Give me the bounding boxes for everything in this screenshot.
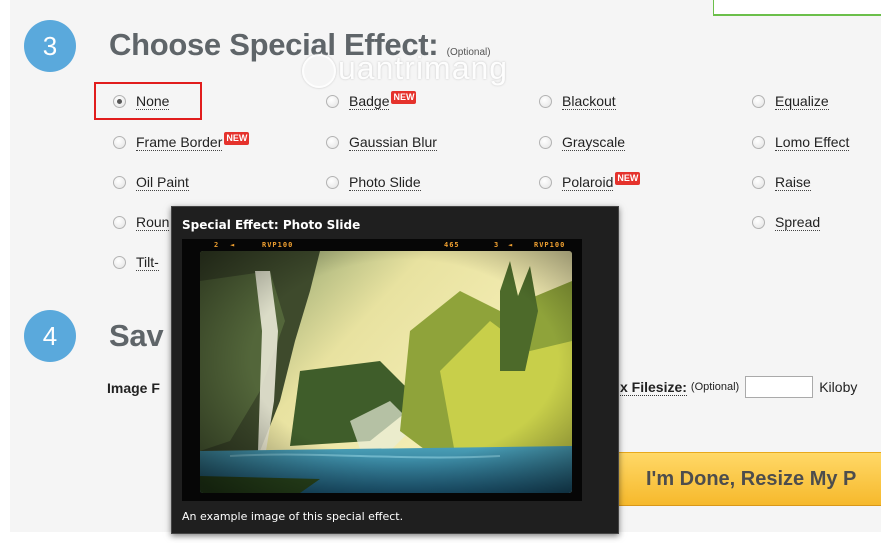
previous-section-edge xyxy=(713,0,881,16)
effect-option-label: Lomo Effect xyxy=(775,134,850,151)
effect-option[interactable]: Oil Paint xyxy=(113,174,189,191)
effect-preview-tooltip: Special Effect: Photo Slide 2 ◄ RVP100 4… xyxy=(171,206,619,534)
effect-option[interactable]: Equalize xyxy=(752,93,829,110)
effect-radio[interactable] xyxy=(113,176,126,189)
effect-radio[interactable] xyxy=(326,136,339,149)
effect-option[interactable]: Raise xyxy=(752,174,811,191)
film-arrow-2-icon: ◄ xyxy=(508,241,514,249)
effect-option[interactable]: Lomo Effect xyxy=(752,134,850,151)
effect-radio[interactable] xyxy=(326,176,339,189)
step-4-number: 4 xyxy=(42,320,58,351)
film-code-4: 3 xyxy=(494,241,500,249)
waterfall-landscape-image xyxy=(200,251,572,493)
effect-radio[interactable] xyxy=(539,136,552,149)
max-filesize-unit: Kiloby xyxy=(819,379,858,395)
effect-radio[interactable] xyxy=(539,176,552,189)
effect-radio[interactable] xyxy=(113,95,126,108)
new-badge: NEW xyxy=(615,172,641,185)
effect-option[interactable]: Photo Slide xyxy=(326,174,421,191)
effect-option[interactable]: Badge NEW xyxy=(326,91,417,110)
effect-radio[interactable] xyxy=(752,176,765,189)
max-filesize-row: x Filesize: (Optional) Kiloby xyxy=(620,376,857,398)
new-badge: NEW xyxy=(224,132,250,145)
image-format-label: Image F xyxy=(107,380,160,396)
film-code-3: 465 xyxy=(444,241,460,249)
effect-radio[interactable] xyxy=(752,216,765,229)
step-3-badge: 3 xyxy=(24,20,76,72)
effect-radio[interactable] xyxy=(113,256,126,269)
effect-radio[interactable] xyxy=(752,95,765,108)
section-title-save-text: Sav xyxy=(109,318,164,353)
effect-radio[interactable] xyxy=(326,95,339,108)
section-title-save: Sav xyxy=(109,318,164,354)
effect-option-label: Gaussian Blur xyxy=(349,134,437,151)
film-frame: 2 ◄ RVP100 465 3 ◄ RVP100 xyxy=(182,239,582,501)
new-badge: NEW xyxy=(391,91,417,104)
step-3-number: 3 xyxy=(42,30,58,61)
effect-option-label: Tilt- xyxy=(136,254,159,271)
effect-option-label: None xyxy=(136,93,170,110)
effect-option-label: Roun xyxy=(136,214,170,231)
effect-radio[interactable] xyxy=(113,216,126,229)
effect-option[interactable]: Gaussian Blur xyxy=(326,134,437,151)
effect-option[interactable]: None xyxy=(113,93,170,110)
watermark-logo-icon xyxy=(302,53,336,88)
step-4-badge: 4 xyxy=(24,310,76,362)
watermark: uantrimang xyxy=(302,50,508,88)
tooltip-title: Special Effect: Photo Slide xyxy=(182,218,361,232)
film-code-1: 2 xyxy=(214,241,220,249)
effect-option[interactable]: Spread xyxy=(752,214,821,231)
effect-option-label: Oil Paint xyxy=(136,174,189,191)
watermark-text: uantrimang xyxy=(338,50,509,86)
film-arrow-1-icon: ◄ xyxy=(230,241,236,249)
max-filesize-optional: (Optional) xyxy=(690,381,740,393)
effect-option[interactable]: Blackout xyxy=(539,93,616,110)
effect-option[interactable]: Tilt- xyxy=(113,254,159,271)
effect-option-label: Grayscale xyxy=(562,134,626,151)
effect-option-label: Photo Slide xyxy=(349,174,421,191)
tooltip-caption: An example image of this special effect. xyxy=(182,510,404,523)
effect-option-label: Polaroid xyxy=(562,174,614,191)
effect-option[interactable]: Frame Border NEW xyxy=(113,132,250,151)
effect-example-photo xyxy=(200,251,572,493)
film-code-2: RVP100 xyxy=(262,241,294,249)
max-filesize-input[interactable] xyxy=(745,376,814,398)
done-resize-button[interactable]: I'm Done, Resize My P xyxy=(616,452,881,506)
done-resize-button-label: I'm Done, Resize My P xyxy=(646,467,857,490)
effect-radio[interactable] xyxy=(113,136,126,149)
effect-radio[interactable] xyxy=(752,136,765,149)
effect-option-label: Blackout xyxy=(562,93,616,110)
effect-option-label: Frame Border xyxy=(136,134,223,151)
effect-option-label: Equalize xyxy=(775,93,829,110)
effect-option-label: Raise xyxy=(775,174,811,191)
effect-option[interactable]: Grayscale xyxy=(539,134,626,151)
effect-option-label: Spread xyxy=(775,214,821,231)
effect-radio[interactable] xyxy=(539,95,552,108)
effect-option[interactable]: Roun xyxy=(113,214,170,231)
max-filesize-label: x Filesize: xyxy=(620,378,687,396)
effect-option[interactable]: Polaroid NEW xyxy=(539,172,641,191)
film-code-5: RVP100 xyxy=(534,241,566,249)
effect-option-label: Badge xyxy=(349,93,390,110)
